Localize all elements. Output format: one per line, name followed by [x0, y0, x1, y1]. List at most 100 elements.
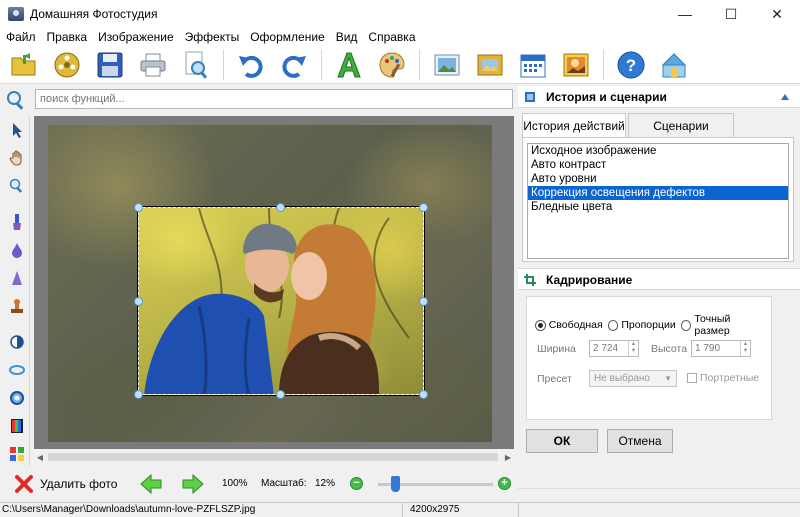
gallery-button[interactable] [431, 49, 463, 81]
preset-select[interactable]: Не выбрано ▼ [589, 370, 677, 387]
width-spin-arrows[interactable]: ▲ ▼ [628, 341, 638, 356]
zoom-icon [9, 178, 23, 193]
menu-image[interactable]: Изображение [98, 30, 174, 44]
calendar-button[interactable] [517, 49, 549, 81]
open-button[interactable] [8, 49, 40, 81]
home-button[interactable] [658, 49, 690, 81]
brush-tool[interactable] [7, 212, 27, 232]
hand-tool[interactable] [7, 148, 27, 168]
levels-icon [11, 419, 23, 433]
crop-handle-br[interactable] [419, 390, 428, 399]
menu-file[interactable]: Файл [6, 30, 36, 44]
maximize-button[interactable]: ☐ [708, 0, 754, 28]
contrast-tool[interactable] [7, 332, 27, 352]
open-folder-icon [11, 52, 36, 75]
ok-button[interactable]: ОК [526, 429, 598, 453]
radio-exact-size[interactable] [680, 319, 692, 331]
close-button[interactable]: ✕ [754, 0, 800, 28]
radio-free-label[interactable]: Свободная [549, 319, 603, 331]
crop-handle-bottom[interactable] [276, 390, 285, 399]
menu-edit[interactable]: Правка [47, 30, 88, 44]
history-item[interactable]: Исходное изображение [528, 144, 788, 158]
radio-free[interactable] [535, 319, 546, 331]
scroll-thumb[interactable] [48, 453, 498, 461]
zoom-out-button[interactable]: − [350, 477, 363, 490]
undo-button[interactable] [235, 49, 267, 81]
scroll-right-arrow[interactable]: ▶ [502, 451, 514, 463]
prev-photo-button[interactable] [140, 473, 162, 495]
tab-scenarios[interactable]: Сценарии [628, 113, 734, 137]
width-value: 2 724 [593, 343, 619, 354]
brush-icon [13, 214, 21, 230]
delete-photo-label: Удалить фото [40, 477, 118, 491]
crop-handle-right[interactable] [419, 297, 428, 306]
height-field[interactable]: 1 790 ▲ ▼ [691, 340, 751, 357]
palette-button[interactable] [376, 49, 408, 81]
radio-proportions[interactable] [607, 319, 619, 331]
drop-tool[interactable] [7, 240, 27, 260]
history-panel-header: История и сценарии [518, 86, 800, 108]
photo [48, 125, 492, 442]
circle-icon [10, 391, 24, 405]
crop-region[interactable] [138, 207, 424, 395]
zoom-slider-thumb[interactable] [391, 476, 400, 492]
levels-tool[interactable] [7, 416, 27, 436]
preset-label: Пресет [537, 373, 572, 385]
window-controls: — ☐ ✕ [662, 0, 800, 28]
print-button[interactable] [137, 49, 169, 81]
history-item[interactable]: Авто уровни [528, 172, 788, 186]
tab-history[interactable]: История действий [522, 113, 626, 138]
frame-button[interactable] [474, 49, 506, 81]
effects-tool[interactable] [7, 444, 27, 464]
history-item[interactable]: Авто контраст [528, 158, 788, 172]
toolbar-separator [223, 49, 224, 80]
height-spin-arrows[interactable]: ▲ ▼ [740, 341, 750, 356]
window-title: Домашняя Фотостудия [30, 7, 158, 21]
cancel-button[interactable]: Отмена [607, 429, 673, 453]
portrait-checkbox[interactable] [687, 373, 697, 383]
canvas-hscrollbar[interactable]: ◀ ▶ [34, 451, 514, 463]
next-photo-button[interactable] [182, 473, 204, 495]
scroll-left-arrow[interactable]: ◀ [34, 451, 46, 463]
canvas-area[interactable] [34, 116, 514, 449]
delete-photo-button[interactable]: Удалить фото [14, 474, 117, 494]
zoom-in-button[interactable]: + [498, 477, 511, 490]
radio-exact-size-label[interactable]: Точный размер [694, 313, 766, 337]
zoom-tool[interactable] [7, 176, 27, 196]
collapse-icon[interactable] [780, 92, 790, 102]
minimize-button[interactable]: — [662, 0, 708, 28]
save-button[interactable] [94, 49, 126, 81]
history-item[interactable]: Бледные цвета [528, 200, 788, 214]
redo-button[interactable] [278, 49, 310, 81]
history-list[interactable]: Исходное изображение Авто контраст Авто … [527, 143, 789, 259]
crop-handle-left[interactable] [134, 297, 143, 306]
zoom-100-button[interactable]: 100% [222, 478, 248, 489]
radio-proportions-label[interactable]: Пропорции [621, 319, 675, 331]
panel-hscrollbar[interactable] [518, 488, 800, 500]
film-button[interactable] [51, 49, 83, 81]
menu-design[interactable]: Оформление [250, 30, 324, 44]
search-input[interactable] [35, 89, 513, 109]
postcard-button[interactable] [560, 49, 592, 81]
circle-tool[interactable] [7, 388, 27, 408]
gallery-icon [434, 54, 460, 75]
crop-handle-bl[interactable] [134, 390, 143, 399]
width-field[interactable]: 2 724 ▲ ▼ [589, 340, 639, 357]
stamp-tool[interactable] [7, 296, 27, 316]
menu-help[interactable]: Справка [368, 30, 415, 44]
menu-effects[interactable]: Эффекты [185, 30, 240, 44]
help-button[interactable]: ? [615, 49, 647, 81]
crop-handle-top[interactable] [276, 203, 285, 212]
search-icon[interactable] [6, 90, 26, 110]
stamp-icon [11, 299, 23, 313]
crop-handle-tr[interactable] [419, 203, 428, 212]
sharpen-tool[interactable] [7, 268, 27, 288]
history-item-selected[interactable]: Коррекция освещения дефектов [528, 186, 788, 200]
text-button[interactable] [333, 49, 365, 81]
preview-button[interactable] [180, 49, 212, 81]
postcard-icon [563, 53, 589, 76]
rotate-tool[interactable] [7, 360, 27, 380]
menu-view[interactable]: Вид [336, 30, 358, 44]
pointer-tool[interactable] [7, 120, 27, 140]
crop-handle-tl[interactable] [134, 203, 143, 212]
